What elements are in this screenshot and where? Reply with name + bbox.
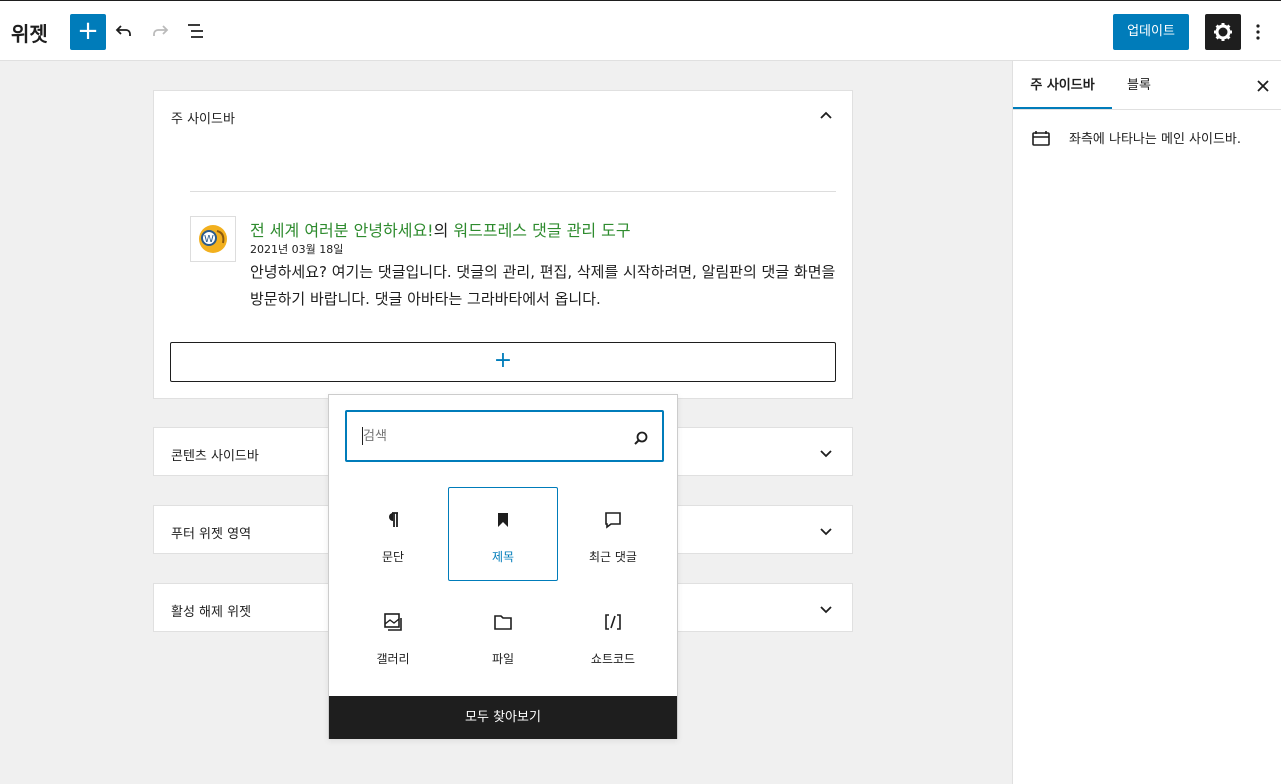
- redo-icon[interactable]: [148, 19, 172, 43]
- block-label: 파일: [491, 652, 515, 666]
- widget-area-main-sidebar: 주 사이드바 W 전 세계 여러분 안녕하세요!의 워드프레스 댓글 관리 도구…: [153, 90, 853, 399]
- area-title: 콘텐츠 사이드바: [171, 449, 259, 464]
- comment-date: 2021년 03월 18일: [250, 243, 344, 256]
- heading-bookmark-icon: [449, 506, 557, 534]
- tab-main-sidebar[interactable]: 주 사이드바: [1013, 61, 1112, 110]
- block-search[interactable]: [345, 410, 664, 462]
- undo-icon[interactable]: [112, 19, 136, 43]
- comment-text: 안녕하세요? 여기는 댓글입니다. 댓글의 관리, 편집, 삭제를 시작하려면,…: [250, 263, 836, 308]
- top-toolbar: 위젯 + 업데이트: [0, 0, 1281, 61]
- settings-sidebar: 주 사이드바 블록 좌측에 나타나는 메인 사이드바.: [1012, 61, 1281, 784]
- tabs-divider: [1013, 109, 1281, 110]
- svg-text:W: W: [204, 234, 214, 245]
- add-block-button[interactable]: +: [70, 14, 106, 50]
- paragraph-icon: [339, 506, 447, 534]
- browse-all-button[interactable]: 모두 찾아보기: [329, 696, 677, 739]
- list-view-icon[interactable]: [184, 19, 208, 43]
- search-input[interactable]: [363, 426, 623, 446]
- comment-icon: [559, 506, 667, 534]
- more-vertical-icon: [1256, 24, 1260, 40]
- page-title: 위젯: [11, 22, 48, 46]
- comment-links: 전 세계 여러분 안녕하세요!의 워드프레스 댓글 관리 도구: [250, 217, 631, 241]
- area-title: 활성 해제 위젯: [171, 605, 252, 620]
- divider: [190, 191, 836, 192]
- chevron-down-icon[interactable]: [814, 597, 838, 621]
- area-title: 푸터 위젯 영역: [171, 527, 252, 542]
- chevron-up-icon[interactable]: [814, 103, 838, 127]
- block-item-gallery[interactable]: 갤러리: [338, 589, 448, 683]
- block-item-heading[interactable]: 제목: [448, 487, 558, 581]
- folder-icon: [449, 608, 557, 636]
- close-icon: [1257, 80, 1269, 92]
- sidebar-description: 좌측에 나타나는 메인 사이드바.: [1069, 132, 1242, 147]
- block-label: 문단: [381, 550, 405, 564]
- gallery-icon: [339, 608, 447, 636]
- close-sidebar-button[interactable]: [1251, 74, 1275, 98]
- area-title[interactable]: 주 사이드바: [171, 108, 235, 127]
- settings-button[interactable]: [1205, 14, 1241, 50]
- comment-author-link[interactable]: 전 세계 여러분 안녕하세요!: [250, 221, 434, 240]
- block-label: 최근 댓글: [589, 550, 637, 564]
- block-label: 쇼트코드: [590, 652, 636, 666]
- chevron-down-icon[interactable]: [814, 441, 838, 465]
- search-icon: [629, 426, 653, 450]
- block-item-shortcode[interactable]: 쇼트코드: [558, 589, 668, 683]
- block-appender-button[interactable]: +: [170, 342, 836, 382]
- tab-block[interactable]: 블록: [1127, 61, 1151, 110]
- block-item-paragraph[interactable]: 문단: [338, 487, 448, 581]
- update-button[interactable]: 업데이트: [1113, 14, 1189, 50]
- block-label: 제목: [491, 550, 515, 564]
- more-options-button[interactable]: [1250, 19, 1266, 45]
- widget-area-icon: [1031, 129, 1051, 151]
- block-item-latest-comments[interactable]: 최근 댓글: [558, 487, 668, 581]
- shortcode-icon: [559, 608, 667, 636]
- gear-icon: [1214, 23, 1232, 41]
- block-label: 갤러리: [376, 652, 410, 666]
- comment-of: 의: [433, 221, 449, 240]
- block-inserter-popover: 문단 제목 최근 댓글 갤러리 파일 쇼트코드 모두 찾아보기: [328, 394, 678, 739]
- chevron-down-icon[interactable]: [814, 519, 838, 543]
- block-item-file[interactable]: 파일: [448, 589, 558, 683]
- avatar: W: [190, 216, 236, 262]
- comment-post-link[interactable]: 워드프레스 댓글 관리 도구: [453, 221, 630, 240]
